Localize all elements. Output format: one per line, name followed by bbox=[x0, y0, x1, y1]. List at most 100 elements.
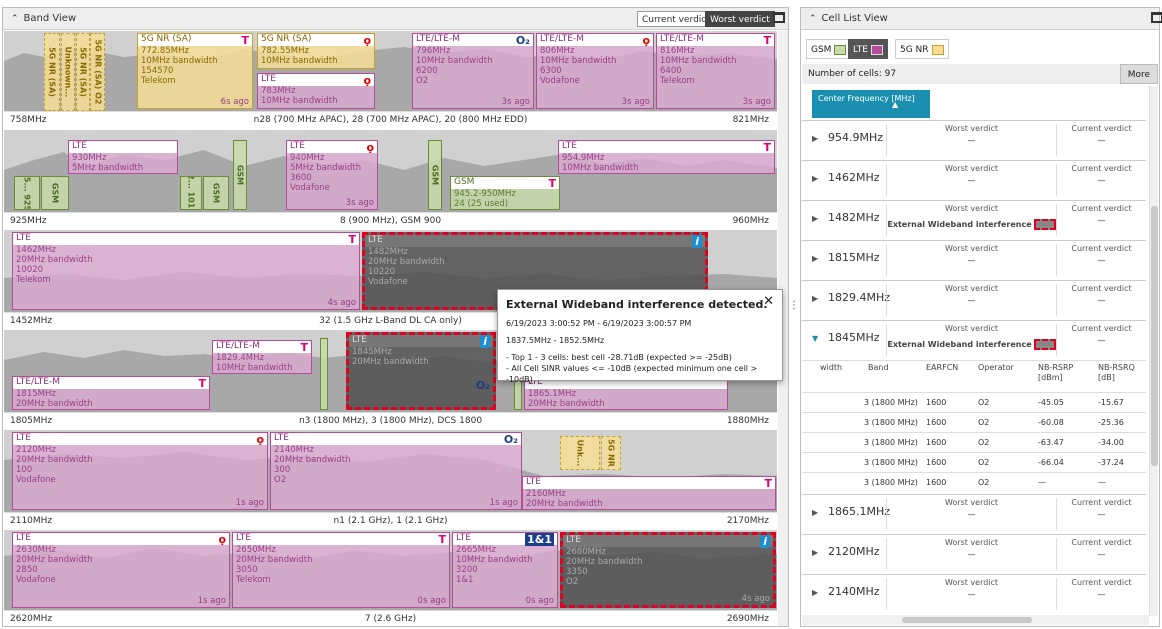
maximize-icon[interactable] bbox=[1151, 12, 1162, 23]
list-item[interactable]: ▶ 954.9MHz Worst verdict — Current verdic… bbox=[802, 120, 1146, 160]
table-row[interactable]: 3 (1800 MHz) 1600 O2 -66.04 -37.24 bbox=[802, 452, 1146, 472]
cell-1815[interactable]: LTE/LTE-M T 1815MHz 20MHz bandwidth bbox=[12, 376, 210, 410]
collapse-chevron-icon[interactable]: ⌃ bbox=[11, 8, 19, 30]
cell-2140[interactable]: LTE O₂ 2140MHz 20MHz bandwidth 300 O2 1s… bbox=[270, 432, 522, 510]
worst-verdict-button[interactable]: Worst verdict bbox=[705, 11, 775, 27]
vodafone-logo-icon: ọ bbox=[642, 34, 650, 47]
telekom-logo-icon: T bbox=[198, 377, 206, 390]
expand-icon[interactable]: ▶ bbox=[812, 508, 818, 517]
cell-796[interactable]: LTE/LTE-M O₂ 796MHz 10MHz bandwidth 6200… bbox=[412, 33, 534, 109]
cell-772-85[interactable]: 5G NR (SA) T 772.85MHz 10MHz bandwidth 1… bbox=[137, 33, 253, 109]
vcell-925[interactable]: 925... 925... bbox=[14, 176, 40, 210]
info-icon[interactable]: i bbox=[480, 335, 490, 348]
cell-2630[interactable]: LTE ọ 2630MHz 20MHz bandwidth 2850 Vodaf… bbox=[12, 532, 230, 608]
cell-list-panel: ⌃ Cell List View GSM LTE 5G NR Number of … bbox=[800, 7, 1162, 627]
cell-detail-table: width Band EARFCN Operator NB-RSRP [dBm]… bbox=[802, 360, 1146, 492]
cell-806[interactable]: LTE/LTE-M ọ 806MHz 10MHz bandwidth 6300 … bbox=[536, 33, 654, 109]
table-row[interactable]: 3 (1800 MHz) 1600 O2 — — bbox=[802, 472, 1146, 492]
maximize-icon[interactable] bbox=[773, 12, 785, 23]
cell-2120[interactable]: LTE ọ 2120MHz 20MHz bandwidth 100 Vodafo… bbox=[12, 432, 268, 510]
cell-2680-interference[interactable]: LTE i 2680MHz 20MHz bandwidth 3350 O2 4s… bbox=[560, 532, 776, 608]
vcell-2155[interactable]: 2155... Unk... 4310... bbox=[560, 436, 600, 470]
info-icon[interactable]: i bbox=[692, 235, 702, 248]
cell-list-hscrollbar[interactable] bbox=[802, 615, 1149, 625]
vcell-gsm-1805[interactable] bbox=[320, 338, 328, 410]
current-verdict-button[interactable]: Current verdict bbox=[637, 11, 715, 27]
list-item[interactable]: ▶ 2120MHz Worst verdict — Current verdict… bbox=[802, 534, 1146, 574]
cell-list-scrollbar[interactable] bbox=[1149, 86, 1158, 616]
telekom-logo-icon: T bbox=[763, 34, 771, 47]
list-item[interactable]: ▶ 1462MHz Worst verdict — Current verdict… bbox=[802, 160, 1146, 200]
cell-count: Number of cells: 97 bbox=[802, 64, 1158, 84]
cell-940[interactable]: LTE ọ 940MHz 5MHz bandwidth 3600 Vodafon… bbox=[286, 140, 378, 210]
table-row[interactable]: 3 (1800 MHz) 1600 O2 -63.47 -34.00 bbox=[802, 432, 1146, 452]
telekom-logo-icon: T bbox=[438, 533, 446, 546]
vcell-gsm-3[interactable]: GSM bbox=[233, 140, 247, 210]
tab-gsm[interactable]: GSM bbox=[806, 39, 852, 59]
vcell-nr-1[interactable]: 5G NR (SA) bbox=[44, 33, 60, 111]
vcell-932[interactable]: 932... 1011... bbox=[180, 176, 202, 210]
popup-title: External Wideband interference detected. bbox=[506, 298, 768, 311]
cell-930[interactable]: LTE 930MHz 5MHz bandwidth bbox=[68, 140, 178, 174]
vcell-nr-2[interactable]: 5G NR (SA) bbox=[76, 33, 90, 111]
vcell-unknown[interactable]: Unknown... bbox=[61, 33, 75, 111]
more-button[interactable]: More bbox=[1119, 64, 1158, 84]
expand-icon[interactable]: ▶ bbox=[812, 254, 818, 263]
interference-popup: External Wideband interference detected.… bbox=[497, 289, 783, 384]
freq-axis: 758MHz n28 (700 MHz APAC), 28 (700 MHz A… bbox=[4, 111, 777, 127]
telekom-logo-icon: T bbox=[763, 141, 771, 154]
info-icon[interactable]: i bbox=[760, 535, 770, 548]
list-item[interactable]: ▶ 1865.1MHz Worst verdict — Current verdi… bbox=[802, 494, 1146, 534]
close-icon[interactable]: ✕ bbox=[763, 294, 774, 309]
list-item-expanded[interactable]: ▼ 1845MHz Worst verdict External Wideband… bbox=[802, 320, 1146, 360]
vcell-5gnr-2110[interactable]: 5G NR bbox=[601, 436, 621, 470]
collapse-icon[interactable]: ▼ bbox=[812, 334, 818, 343]
vodafone-logo-icon: ọ bbox=[363, 74, 371, 87]
popup-time: 6/19/2023 3:00:52 PM - 6/19/2023 3:00:57… bbox=[506, 319, 692, 328]
splitter-handle[interactable]: ⋮ bbox=[789, 300, 799, 311]
cell-gsm-945[interactable]: GSM T 945.2-950MHz 24 (25 used) bbox=[450, 176, 560, 210]
vcell-gsm-4[interactable]: GSM bbox=[428, 140, 442, 210]
o2-logo-icon: O₂ bbox=[503, 433, 518, 446]
telekom-logo-icon: T bbox=[764, 477, 772, 490]
cell-list-title: Cell List View bbox=[821, 13, 888, 24]
list-item[interactable]: ▶ 1482MHz Worst verdict External Wideband… bbox=[802, 200, 1146, 240]
scrollbar-thumb[interactable] bbox=[1151, 206, 1158, 466]
cell-782-55[interactable]: 5G NR (SA) ọ 782.55MHz 10MHz bandwidth bbox=[257, 33, 375, 69]
popup-line2: - All Cell SINR values <= -10dB (expecte… bbox=[506, 364, 758, 384]
collapse-chevron-icon[interactable]: ⌃ bbox=[809, 8, 817, 30]
band-row-2620: LTE ọ 2630MHz 20MHz bandwidth 2850 Vodaf… bbox=[4, 530, 777, 626]
vodafone-logo-icon: ọ bbox=[218, 533, 226, 546]
cell-2160[interactable]: LTE T 2160MHz 20MHz bandwidth bbox=[522, 476, 776, 510]
hscrollbar-thumb[interactable] bbox=[902, 617, 1032, 623]
expand-icon[interactable]: ▶ bbox=[812, 174, 818, 183]
table-row[interactable]: 3 (1800 MHz) 1600 O2 -60.08 -25.36 bbox=[802, 412, 1146, 432]
cell-1845-interference[interactable]: LTE i 1845MHz 20MHz bandwidth O₂ bbox=[346, 332, 496, 410]
cell-954-9[interactable]: LTE T 954.9MHz 10MHz bandwidth bbox=[558, 140, 775, 174]
sort-up-icon: ▲ bbox=[892, 100, 899, 109]
cell-1462[interactable]: LTE T 1462MHz 20MHz bandwidth 10020 Tele… bbox=[12, 232, 360, 310]
list-item[interactable]: ▶ 2140MHz Worst verdict — Current verdict… bbox=[802, 574, 1146, 614]
tab-5gnr[interactable]: 5G NR bbox=[895, 39, 949, 59]
vcell-gsm-1[interactable]: GSM bbox=[41, 176, 69, 210]
cell-1829-4[interactable]: LTE/LTE-M T 1829.4MHz 10MHz bandwidth bbox=[212, 340, 312, 374]
band-view-title: Band View bbox=[23, 13, 77, 24]
expand-icon[interactable]: ▶ bbox=[812, 588, 818, 597]
sort-center-frequency-button[interactable]: Center Frequency [MHz] ▲ bbox=[812, 90, 930, 118]
cell-2665[interactable]: LTE 1&1 2665MHz 10MHz bandwidth 3200 1&1… bbox=[452, 532, 558, 608]
table-row[interactable]: 3 (1800 MHz) 1600 O2 -45.05 -15.67 bbox=[802, 392, 1146, 412]
vcell-gsm-2[interactable]: GSM bbox=[203, 176, 229, 210]
expand-icon[interactable]: ▶ bbox=[812, 214, 818, 223]
expand-icon[interactable]: ▶ bbox=[812, 294, 818, 303]
expand-icon[interactable]: ▶ bbox=[812, 134, 818, 143]
cell-783[interactable]: LTE ọ 783MHz 10MHz bandwidth bbox=[257, 73, 375, 109]
cell-816[interactable]: LTE/LTE-M T 816MHz 10MHz bandwidth 6400 … bbox=[656, 33, 775, 109]
list-item[interactable]: ▶ 1815MHz Worst verdict — Current verdict… bbox=[802, 240, 1146, 280]
tab-lte[interactable]: LTE bbox=[848, 39, 888, 59]
expand-icon[interactable]: ▶ bbox=[812, 548, 818, 557]
o2-logo-icon: O₂ bbox=[515, 34, 530, 47]
list-item[interactable]: ▶ 1829.4MHz Worst verdict — Current verdi… bbox=[802, 280, 1146, 320]
oneandone-logo-icon: 1&1 bbox=[525, 533, 554, 546]
vcell-nr-o2[interactable]: 5G NR (SA) O2 bbox=[90, 33, 105, 111]
cell-2650[interactable]: LTE T 2650MHz 20MHz bandwidth 3050 Telek… bbox=[232, 532, 450, 608]
